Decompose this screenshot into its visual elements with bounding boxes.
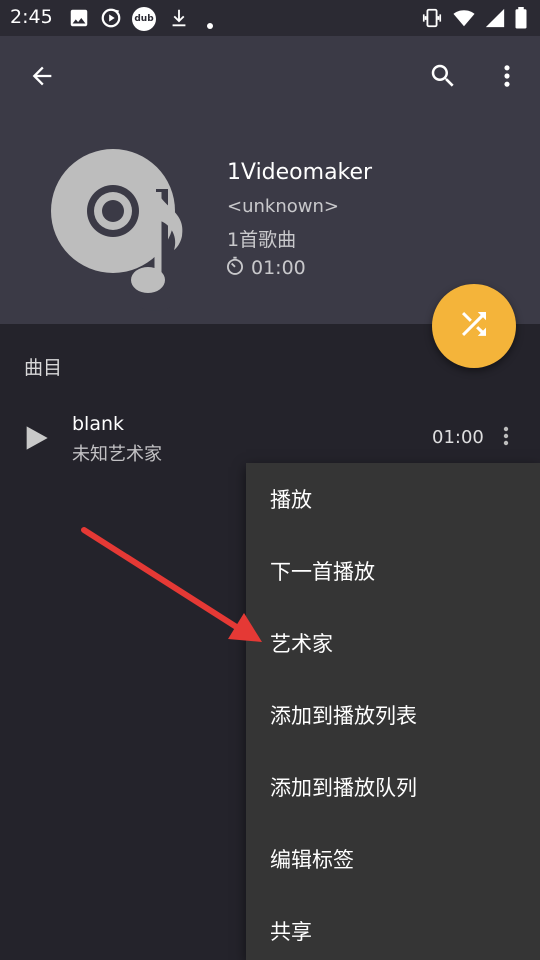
dub-icon: dub xyxy=(132,7,156,31)
sync-icon xyxy=(100,7,122,33)
image-icon xyxy=(68,7,90,33)
album-music-note-icon xyxy=(48,149,198,326)
download-icon xyxy=(168,7,190,33)
track-artist: 未知艺术家 xyxy=(72,444,162,465)
album-song-count: 1首歌曲 xyxy=(227,229,297,251)
shuffle-button[interactable] xyxy=(432,284,516,368)
search-button[interactable] xyxy=(419,54,467,102)
timer-icon xyxy=(225,256,245,280)
track-more-button[interactable] xyxy=(486,414,526,462)
arrow-left-icon xyxy=(28,62,56,94)
more-vert-icon xyxy=(493,62,521,94)
vibrate-icon xyxy=(420,7,444,33)
status-time: 2:45 xyxy=(10,6,53,28)
shuffle-icon xyxy=(456,306,492,346)
signal-icon xyxy=(484,7,506,33)
menu-item-share[interactable]: 共享 xyxy=(246,895,540,960)
more-vert-icon xyxy=(494,422,518,454)
more-options-button[interactable] xyxy=(483,54,531,102)
album-artist: <unknown> xyxy=(227,196,339,217)
menu-item-play[interactable]: 播放 xyxy=(246,463,540,535)
battery-icon xyxy=(514,7,528,33)
play-icon[interactable] xyxy=(22,424,50,456)
menu-item-add-to-playlist[interactable]: 添加到播放列表 xyxy=(246,679,540,751)
status-icons-right xyxy=(420,7,540,31)
search-icon xyxy=(428,61,458,95)
menu-item-artist[interactable]: 艺术家 xyxy=(246,607,540,679)
track-title: blank xyxy=(72,413,125,435)
menu-item-add-to-queue[interactable]: 添加到播放队列 xyxy=(246,751,540,823)
wifi-icon xyxy=(452,7,476,33)
status-bar: 2:45 dub xyxy=(0,0,540,36)
album-title: 1Videomaker xyxy=(227,160,373,185)
dot-icon xyxy=(206,15,214,34)
back-button[interactable] xyxy=(18,54,66,102)
album-art xyxy=(48,142,198,322)
album-duration-row: 01:00 xyxy=(225,256,306,280)
menu-item-edit-tags[interactable]: 编辑标签 xyxy=(246,823,540,895)
tracks-section-title: 曲目 xyxy=(24,357,63,379)
menu-item-play-next[interactable]: 下一首播放 xyxy=(246,535,540,607)
track-duration: 01:00 xyxy=(432,427,484,448)
album-duration: 01:00 xyxy=(251,257,306,279)
album-header: 1Videomaker <unknown> 1首歌曲 01:00 xyxy=(0,36,540,324)
context-menu: 播放 下一首播放 艺术家 添加到播放列表 添加到播放队列 编辑标签 共享 xyxy=(246,463,540,960)
